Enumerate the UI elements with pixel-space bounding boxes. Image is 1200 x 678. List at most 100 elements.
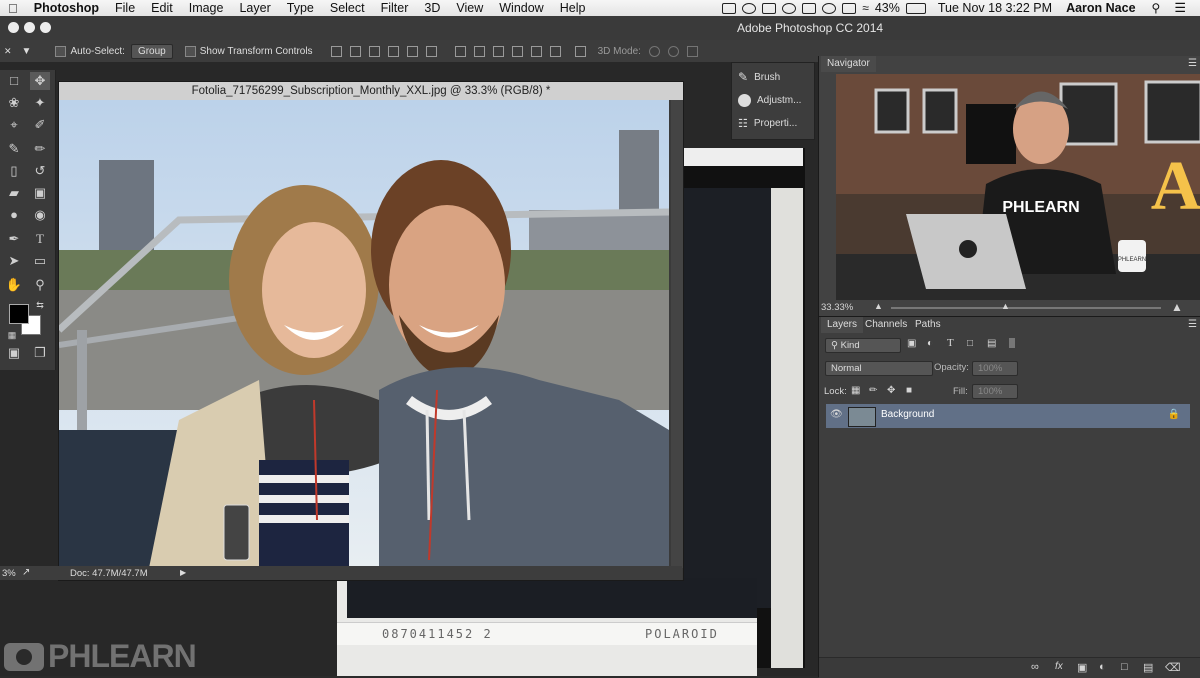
time-machine-icon[interactable] (822, 2, 837, 14)
quick-mask-icon[interactable]: ▣ (4, 344, 24, 362)
opacity-input[interactable]: 100% (972, 361, 1018, 376)
filter-shape-icon[interactable]: □ (967, 338, 973, 349)
menu-edit[interactable]: Edit (143, 1, 181, 15)
menu-file[interactable]: File (107, 1, 143, 15)
share-icon[interactable]: ↗ (22, 567, 30, 578)
align-hcenter-icon[interactable] (406, 45, 418, 57)
layer-filter-kind-dropdown[interactable]: ⚲ Kind (825, 338, 901, 353)
spotlight-search-icon[interactable]: ⚲ (1152, 1, 1161, 15)
dropbox-icon[interactable] (742, 2, 757, 14)
align-right-icon[interactable] (425, 45, 437, 57)
path-selection-tool-icon[interactable]: ➤ (4, 252, 24, 270)
distribute-hcenter-icon[interactable] (530, 45, 542, 57)
menu-3d[interactable]: 3D (416, 1, 448, 15)
history-brush-tool-icon[interactable]: ↺ (30, 162, 50, 180)
auto-align-icon[interactable] (574, 45, 586, 57)
zoom-out-icon[interactable]: ▲ (874, 301, 883, 311)
wifi-icon[interactable]: ≈ (862, 1, 869, 15)
layers-panel-menu-icon[interactable]: ☰ (1188, 319, 1197, 330)
tab-layers[interactable]: Layers (821, 317, 864, 333)
distribute-vcenter-icon[interactable] (473, 45, 485, 57)
options-close-icon[interactable]: ✕ (4, 46, 12, 57)
align-left-icon[interactable] (387, 45, 399, 57)
creative-cloud-icon[interactable] (782, 2, 797, 14)
crop-tool-icon[interactable]: ⌖ (4, 116, 24, 134)
menu-view[interactable]: View (448, 1, 491, 15)
camera-icon[interactable] (722, 2, 737, 14)
link-layers-icon[interactable]: ∞ (1031, 661, 1039, 673)
auto-select-dropdown[interactable]: Group (130, 43, 173, 59)
menubar-clock[interactable]: Tue Nov 18 3:22 PM (938, 1, 1052, 15)
dodge-tool-icon[interactable]: ◉ (30, 206, 50, 224)
default-colors-icon[interactable]: ▦ (2, 326, 22, 344)
menu-filter[interactable]: Filter (373, 1, 417, 15)
show-transform-checkbox[interactable] (184, 45, 196, 57)
background-document-tab[interactable] (683, 148, 803, 166)
apple-icon[interactable]:  (0, 1, 26, 16)
tab-paths[interactable]: Paths (909, 317, 947, 333)
new-group-icon[interactable]: □ (1121, 661, 1128, 673)
battery-percent[interactable]: 43% (875, 1, 900, 15)
menubar-user[interactable]: Aaron Nace (1066, 1, 1135, 15)
lasso-tool-icon[interactable]: ❀ (4, 94, 24, 112)
menu-layer[interactable]: Layer (231, 1, 278, 15)
menu-type[interactable]: Type (279, 1, 322, 15)
screen-mode-icon[interactable]: ❐ (30, 344, 50, 362)
eyedropper-tool-icon[interactable]: ✐ (30, 116, 50, 134)
filter-type-icon[interactable]: T (947, 337, 954, 349)
distribute-top-icon[interactable] (454, 45, 466, 57)
tab-channels[interactable]: Channels (859, 317, 913, 333)
menu-window[interactable]: Window (491, 1, 551, 15)
gradient-tool-icon[interactable]: ▣ (30, 184, 50, 202)
filter-adjustment-icon[interactable]: ◐ (927, 338, 933, 349)
layer-style-icon[interactable]: fx (1055, 661, 1063, 672)
add-mask-icon[interactable]: ▣ (1077, 661, 1087, 674)
foreground-color-swatch[interactable] (9, 304, 29, 324)
layer-name[interactable]: Background (881, 409, 934, 420)
distribute-bottom-icon[interactable] (492, 45, 504, 57)
zoom-tool-icon[interactable]: ⚲ (30, 276, 50, 294)
zoom-slider-track[interactable] (891, 307, 1161, 309)
magic-wand-tool-icon[interactable]: ✦ (30, 94, 50, 112)
airplay-icon[interactable] (842, 2, 857, 14)
3d-pan-icon[interactable] (686, 45, 698, 57)
fill-input[interactable]: 100% (972, 384, 1018, 399)
lock-all-icon[interactable]: ■ (906, 385, 912, 396)
evernote-icon[interactable] (762, 2, 777, 14)
type-tool-icon[interactable]: T (30, 230, 50, 248)
align-vcenter-icon[interactable] (349, 45, 361, 57)
eraser-tool-icon[interactable]: ▰ (4, 184, 24, 202)
auto-select-checkbox[interactable] (55, 45, 67, 57)
blend-mode-dropdown[interactable]: Normal (825, 361, 933, 376)
document-window[interactable]: Fotolia_71756299_Subscription_Monthly_XX… (58, 81, 684, 581)
tab-navigator[interactable]: Navigator (821, 56, 876, 72)
navigator-panel-menu-icon[interactable]: ☰ (1188, 58, 1197, 69)
3d-orbit-icon[interactable] (648, 45, 660, 57)
swap-colors-icon[interactable]: ⇆ (30, 296, 50, 314)
properties-panel-button[interactable]: ☷ Properti... (738, 113, 797, 133)
filter-smart-object-icon[interactable]: ▤ (987, 338, 996, 349)
document-vertical-scrollbar[interactable] (671, 100, 683, 568)
hand-tool-icon[interactable]: ✋ (4, 276, 24, 294)
screen-icon[interactable] (802, 2, 817, 14)
zoom-level[interactable]: 3% (2, 568, 16, 579)
pen-tool-icon[interactable]: ✒ (4, 230, 24, 248)
new-adjustment-layer-icon[interactable]: ◐ (1099, 661, 1106, 673)
brush-tool-icon[interactable]: ✏ (30, 140, 50, 158)
3d-roll-icon[interactable] (667, 45, 679, 57)
navigator-zoom-value[interactable]: 33.33% (821, 302, 853, 313)
rectangle-tool-icon[interactable]: ▭ (30, 252, 50, 270)
move-tool-preset-icon[interactable]: ▼ (22, 46, 32, 57)
blur-tool-icon[interactable]: ● (4, 206, 24, 224)
lock-position-icon[interactable]: ✥ (887, 385, 895, 396)
layer-row-background[interactable]: 👁 Background 🔒 (826, 404, 1190, 428)
battery-icon[interactable] (905, 2, 926, 14)
distribute-right-icon[interactable] (549, 45, 561, 57)
zoom-slider-thumb[interactable]: ▲ (1001, 301, 1010, 311)
marquee-tool-icon[interactable]: □ (4, 72, 24, 90)
document-image-canvas[interactable] (59, 100, 669, 568)
align-top-icon[interactable] (330, 45, 342, 57)
new-layer-icon[interactable]: ▤ (1143, 661, 1153, 674)
lock-image-icon[interactable]: ✏ (869, 385, 877, 396)
app-menu-photoshop[interactable]: Photoshop (26, 1, 107, 15)
